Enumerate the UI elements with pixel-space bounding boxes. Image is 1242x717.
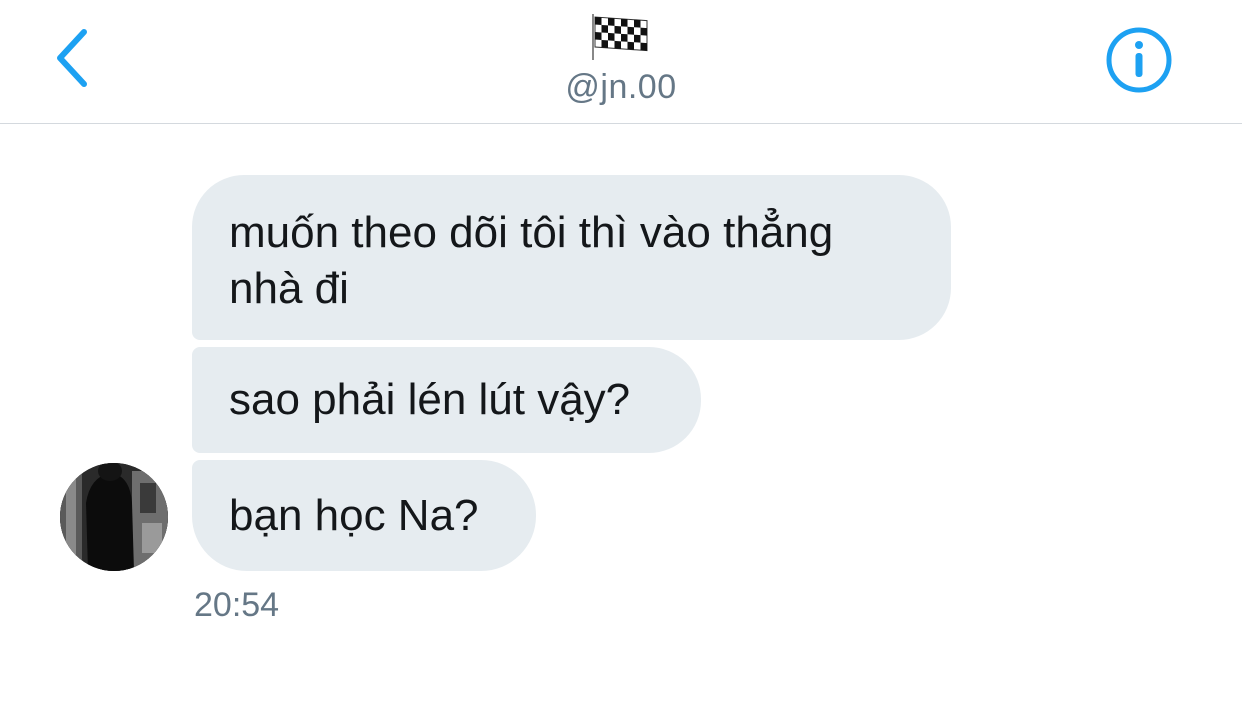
sender-avatar[interactable] — [60, 463, 168, 571]
dm-conversation-screen: @jn.00 muốn theo dõi tôi thì vào thẳng n… — [0, 0, 1242, 717]
message-bubble[interactable]: muốn theo dõi tôi thì vào thẳng nhà đi — [192, 175, 951, 340]
conversation-header: @jn.00 — [0, 0, 1242, 124]
conversation-info-button[interactable] — [1103, 24, 1175, 96]
message-timestamp: 20:54 — [194, 586, 280, 624]
user-handle: @jn.00 — [565, 68, 677, 106]
avatar-photo — [60, 463, 168, 571]
conversation-profile[interactable]: @jn.00 — [421, 0, 821, 124]
message-bubble[interactable]: bạn học Na? — [192, 460, 536, 571]
checkered-flag-icon — [592, 14, 648, 60]
message-bubble[interactable]: sao phải lén lút vậy? — [192, 347, 701, 453]
info-circle-icon — [1106, 27, 1172, 93]
back-button[interactable] — [42, 22, 106, 94]
chevron-left-icon — [57, 29, 87, 87]
